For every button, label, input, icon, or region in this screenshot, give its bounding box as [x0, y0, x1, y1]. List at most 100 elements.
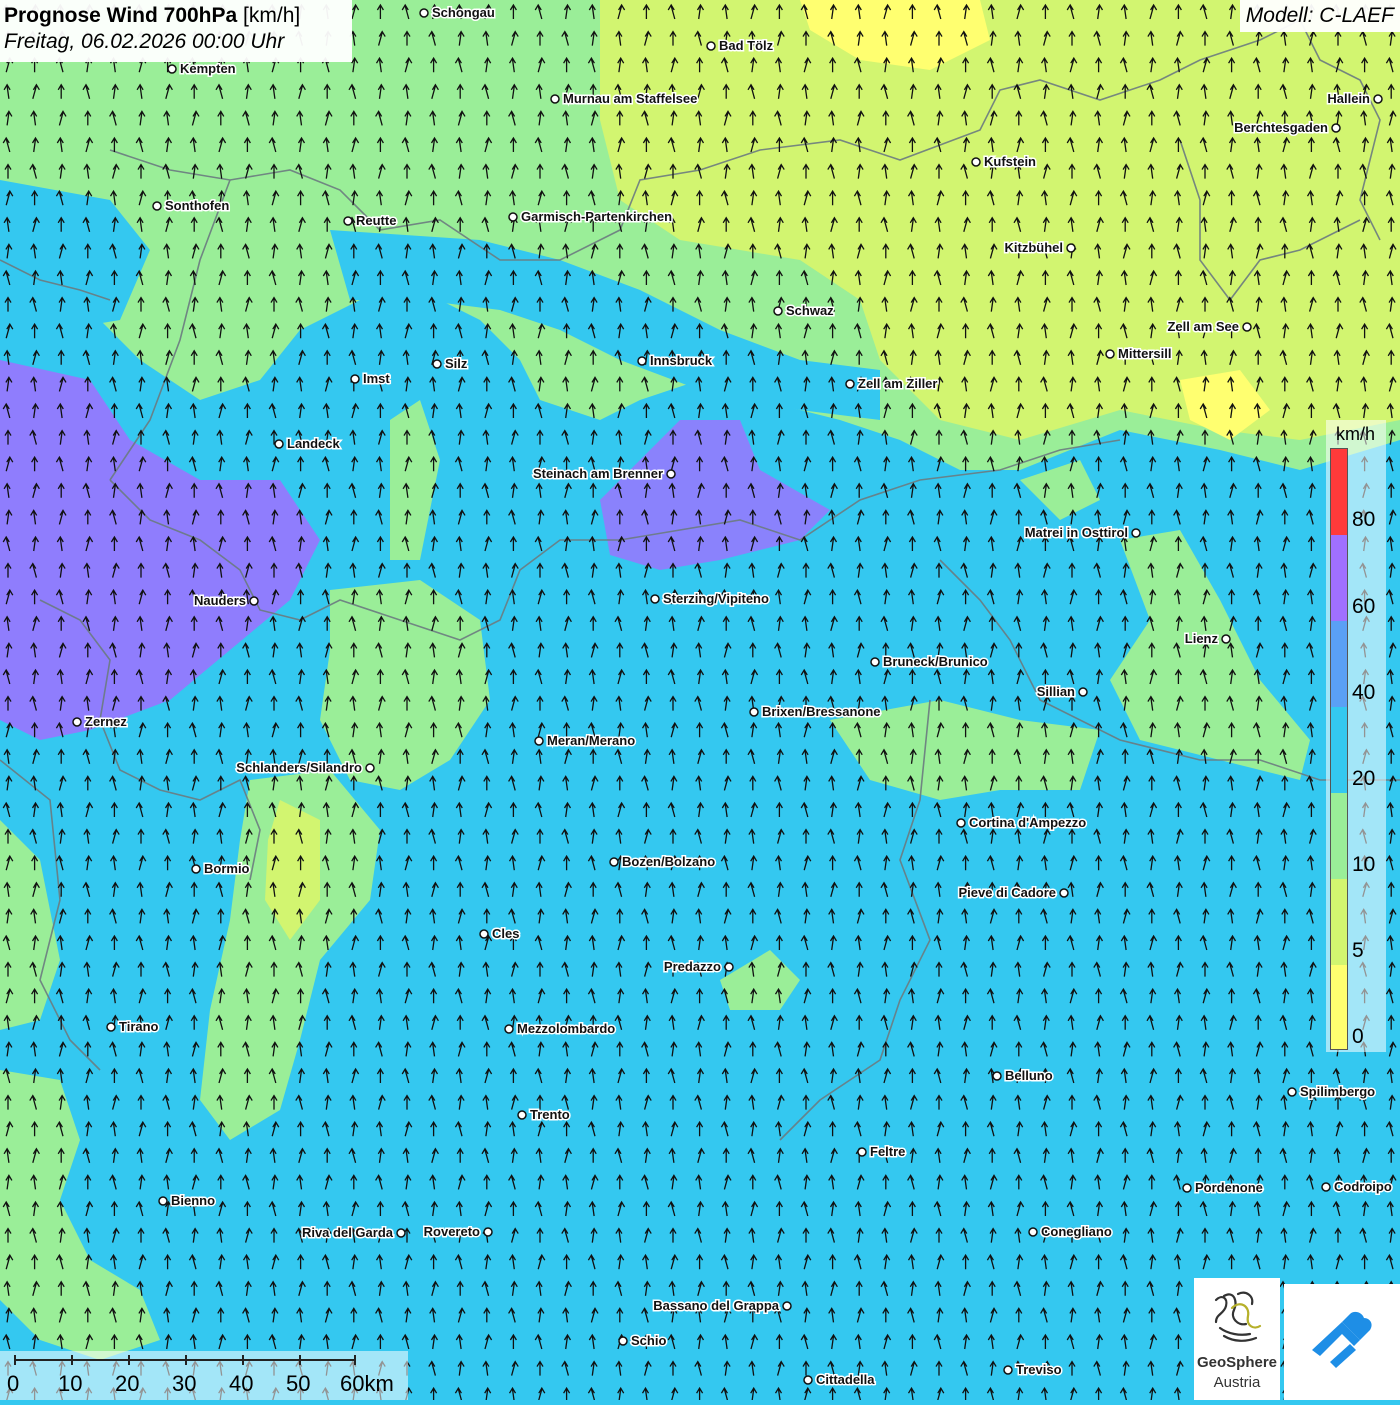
city-label: Sterzing/Vipiteno [663, 591, 769, 606]
legend-segment-red [1331, 449, 1347, 535]
city-marker[interactable]: Schongau [419, 4, 496, 22]
city-dot-icon [365, 763, 375, 773]
city-dot-icon [1028, 1227, 1038, 1237]
city-label: Schlanders/Silandro [236, 760, 362, 775]
city-marker[interactable]: Bozen/Bolzano [609, 853, 717, 871]
city-label: Silz [445, 356, 468, 371]
city-marker[interactable]: Bassano del Grappa [652, 1297, 792, 1315]
city-label: Sonthofen [165, 198, 229, 213]
city-dot-icon [870, 657, 880, 667]
city-marker[interactable]: Mezzolombardo [504, 1020, 617, 1038]
city-label: Conegliano [1041, 1224, 1112, 1239]
scale-label-50: 50 [286, 1371, 311, 1396]
city-dot-icon [158, 1196, 168, 1206]
city-dot-icon [1131, 528, 1141, 538]
city-marker[interactable]: Berchtesgaden [1233, 119, 1341, 137]
city-marker[interactable]: Cortina d'Ampezzo [956, 814, 1088, 832]
scale-tick [299, 1355, 301, 1365]
city-marker[interactable]: Spilimbergo [1287, 1083, 1377, 1101]
city-label: Schongau [432, 5, 495, 20]
city-marker[interactable]: Pordenone [1182, 1179, 1264, 1197]
city-label: Bad Tölz [719, 38, 774, 53]
city-dot-icon [350, 374, 360, 384]
city-dot-icon [1105, 349, 1115, 359]
city-dot-icon [72, 717, 82, 727]
city-label: Schio [631, 1333, 666, 1348]
city-marker[interactable]: Schlanders/Silandro [235, 759, 375, 777]
city-label: Matrei in Osttirol [1025, 525, 1128, 540]
city-dot-icon [857, 1147, 867, 1157]
map-title-box: Prognose Wind 700hPa [km/h] Freitag, 06.… [0, 0, 352, 62]
city-dot-icon [274, 439, 284, 449]
city-dot-icon [992, 1071, 1002, 1081]
city-marker[interactable]: Sonthofen [152, 197, 231, 215]
city-marker[interactable]: Sterzing/Vipiteno [650, 590, 770, 608]
city-dot-icon [508, 212, 518, 222]
city-dot-icon [1066, 243, 1076, 253]
city-dot-icon [191, 864, 201, 874]
city-dot-icon [956, 818, 966, 828]
legend-tick-20: 20 [1352, 767, 1376, 790]
city-label: Innsbruck [650, 353, 713, 368]
geosphere-emblem-icon [1214, 1291, 1262, 1342]
weather-app-logo[interactable] [1284, 1284, 1400, 1400]
city-label: Zernez [85, 714, 127, 729]
city-label: Hallein [1327, 91, 1370, 106]
city-dot-icon [396, 1228, 406, 1238]
city-dot-icon [1242, 322, 1252, 332]
wind-map[interactable]: Schongau Bad Tölz Kempten Murnau am Staffel… [0, 0, 1400, 1400]
scale-tick [242, 1355, 244, 1365]
city-marker[interactable]: Bruneck/Brunico [870, 653, 989, 671]
city-marker[interactable]: Innsbruck [637, 352, 714, 370]
city-dot-icon [845, 379, 855, 389]
city-marker[interactable]: Matrei in Osttirol [1023, 524, 1141, 542]
city-dot-icon [249, 596, 259, 606]
city-dot-icon [1287, 1087, 1297, 1097]
geosphere-logo-name: GeoSphere [1196, 1354, 1278, 1371]
color-legend: km/h 80 60 40 20 10 5 0 [1326, 420, 1386, 1052]
city-label: Lienz [1185, 631, 1219, 646]
city-dot-icon [479, 929, 489, 939]
city-dot-icon [1373, 94, 1383, 104]
scale-label-40: 40 [229, 1371, 254, 1396]
city-marker[interactable]: Pieve di Cadore [957, 884, 1069, 902]
city-label: Belluno [1005, 1068, 1053, 1083]
city-dot-icon [1182, 1183, 1192, 1193]
city-label: Bormio [204, 861, 250, 876]
city-marker[interactable]: Conegliano [1028, 1223, 1113, 1241]
city-dot-icon [724, 962, 734, 972]
city-label: Cles [492, 926, 519, 941]
city-dot-icon [534, 736, 544, 746]
city-dot-icon [1331, 123, 1341, 133]
model-label: Modell: C-LAEF [1239, 0, 1400, 32]
scale-label-30: 30 [172, 1371, 197, 1396]
city-marker[interactable]: Murnau am Staffelsee [550, 90, 699, 108]
city-label: Feltre [870, 1144, 905, 1159]
city-label: Reutte [356, 213, 396, 228]
city-marker[interactable]: Steinach am Brenner [531, 465, 676, 483]
city-label: Berchtesgaden [1234, 120, 1328, 135]
city-marker[interactable]: Meran/Merano [534, 732, 637, 750]
city-label: Trento [530, 1107, 570, 1122]
city-marker[interactable]: Brixen/Bressanone [749, 703, 882, 721]
city-label: Murnau am Staffelsee [563, 91, 697, 106]
city-dot-icon [1059, 888, 1069, 898]
city-dot-icon [432, 359, 442, 369]
city-marker[interactable]: Garmisch-Partenkirchen [508, 208, 674, 226]
legend-tick-10: 10 [1352, 853, 1376, 876]
city-dot-icon [618, 1336, 628, 1346]
scale-label-20: 20 [115, 1371, 140, 1396]
geosphere-logo[interactable]: GeoSphere Austria [1194, 1278, 1280, 1400]
city-dot-icon [504, 1024, 514, 1034]
city-marker[interactable]: Zell am Ziller [845, 375, 939, 393]
scale-label-10: 10 [58, 1371, 83, 1396]
city-dot-icon [517, 1110, 527, 1120]
city-label: Steinach am Brenner [533, 466, 663, 481]
legend-segment-lime [1331, 879, 1347, 965]
city-marker[interactable]: Zell am See [1166, 318, 1252, 336]
city-marker[interactable]: Riva del Garda [300, 1224, 406, 1242]
city-dot-icon [803, 1375, 813, 1385]
city-label: Nauders [194, 593, 246, 608]
legend-segment-yellow [1331, 965, 1347, 1049]
city-label: Landeck [287, 436, 341, 451]
